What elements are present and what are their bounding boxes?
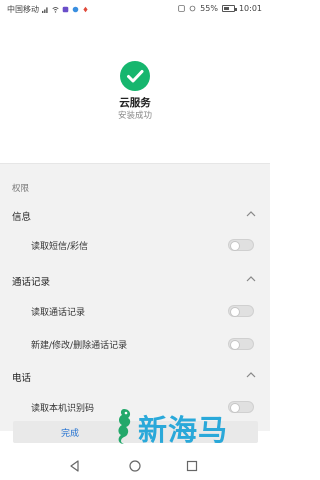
chevron-up-icon[interactable] xyxy=(246,275,256,283)
notification-icon-blue xyxy=(72,6,79,13)
permissions-panel: 权限 信息 读取短信/彩信 通话记录 读取通话记录 新建/修改/删除通话记录 电… xyxy=(0,163,270,431)
app-name: 云服务 xyxy=(119,97,151,109)
permission-group-messages[interactable]: 信息 xyxy=(0,205,270,225)
permission-group-call-log[interactable]: 通话记录 xyxy=(0,270,270,290)
permission-item-write-call-log: 新建/修改/删除通话记录 xyxy=(0,334,270,354)
permission-label: 新建/修改/删除通话记录 xyxy=(31,341,128,351)
permission-label: 读取本机识别码 xyxy=(31,404,95,414)
notification-app-icon xyxy=(62,6,69,13)
done-button-label: 完成 xyxy=(61,429,80,439)
wifi-icon xyxy=(52,6,59,13)
battery-percent: 55% xyxy=(200,4,218,13)
permission-item-read-sms: 读取短信/彩信 xyxy=(0,235,270,255)
navigation-bar xyxy=(0,452,270,480)
watermark: 新海马 xyxy=(108,402,248,452)
status-right: 55% 10:01 xyxy=(178,4,262,13)
back-icon[interactable] xyxy=(69,460,81,472)
watermark-text: 新海马 xyxy=(138,413,229,447)
signal-icon xyxy=(42,7,48,13)
toggle-knob xyxy=(230,307,240,317)
toggle-knob xyxy=(230,241,240,251)
group-title: 电话 xyxy=(12,373,32,384)
status-bar: 中国移动 55% 10:01 xyxy=(0,0,270,18)
permissions-section-label: 权限 xyxy=(12,184,30,194)
permission-item-read-call-log: 读取通话记录 xyxy=(0,301,270,321)
group-title: 信息 xyxy=(12,212,32,223)
success-check-icon xyxy=(120,61,150,91)
install-result-header: 云服务 安装成功 xyxy=(0,18,270,163)
seahorse-logo-icon xyxy=(118,409,131,444)
sim-card-icon xyxy=(178,5,185,12)
install-status: 安装成功 xyxy=(117,111,152,121)
chevron-up-icon[interactable] xyxy=(246,210,256,218)
clock: 10:01 xyxy=(238,4,262,13)
status-left: 中国移动 xyxy=(7,4,89,15)
toggle-write-call-log[interactable] xyxy=(228,338,254,350)
toggle-knob xyxy=(230,340,240,350)
carrier-label: 中国移动 xyxy=(7,5,39,14)
toggle-read-sms[interactable] xyxy=(228,239,254,251)
home-icon[interactable] xyxy=(129,460,141,472)
permission-label: 读取短信/彩信 xyxy=(31,242,89,252)
notification-icon-red xyxy=(83,6,88,13)
battery-icon xyxy=(221,5,237,12)
toggle-read-call-log[interactable] xyxy=(228,305,254,317)
permission-group-phone[interactable]: 电话 xyxy=(0,366,270,386)
alarm-icon xyxy=(189,5,196,12)
chevron-up-icon[interactable] xyxy=(246,371,256,379)
recents-icon[interactable] xyxy=(186,460,198,472)
group-title: 通话记录 xyxy=(12,277,51,288)
permission-label: 读取通话记录 xyxy=(31,308,86,318)
